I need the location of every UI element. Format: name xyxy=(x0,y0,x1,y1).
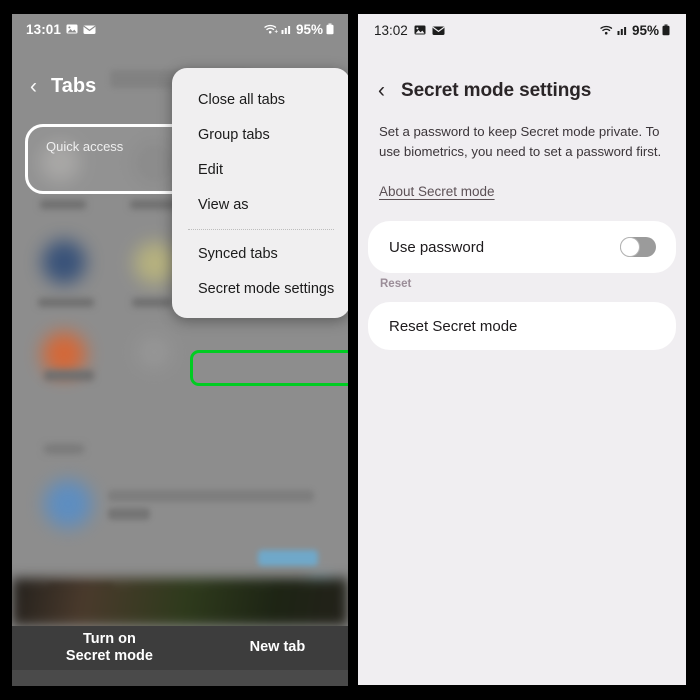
page-title: Tabs xyxy=(51,74,97,97)
status-time: 13:01 xyxy=(26,21,62,37)
menu-item-synced-tabs[interactable]: Synced tabs xyxy=(172,236,348,271)
blurred-text-line xyxy=(258,550,318,566)
settings-header: ‹ Secret mode settings xyxy=(358,70,591,112)
status-bar-right: + 95% xyxy=(264,22,334,37)
use-password-label: Use password xyxy=(389,238,485,256)
toggle-knob xyxy=(620,237,640,257)
page-title: Secret mode settings xyxy=(401,80,592,101)
mail-icon xyxy=(83,23,96,35)
settings-description: Set a password to keep Secret mode priva… xyxy=(379,124,662,159)
status-bar-right: 95% xyxy=(600,23,670,38)
battery-percent: 95% xyxy=(295,21,323,37)
right-status-bar: 13:02 95% xyxy=(358,14,686,46)
reset-secret-mode-row[interactable]: Reset Secret mode xyxy=(368,302,676,350)
new-tab-button[interactable]: New tab xyxy=(207,639,348,656)
status-time: 13:02 xyxy=(374,22,408,38)
turn-on-secret-mode-button[interactable]: Turn on Secret mode xyxy=(12,631,207,665)
menu-item-view-as[interactable]: View as xyxy=(172,187,348,222)
battery-percent: 95% xyxy=(631,22,659,38)
image-icon xyxy=(414,24,426,36)
back-icon[interactable]: ‹ xyxy=(378,79,385,103)
menu-item-edit[interactable]: Edit xyxy=(172,152,348,187)
wifi-icon xyxy=(600,24,614,36)
blurred-label xyxy=(38,298,94,307)
svg-text:+: + xyxy=(274,30,278,36)
signal-icon xyxy=(617,24,629,36)
image-icon xyxy=(66,23,78,35)
signal-icon xyxy=(281,23,293,35)
use-password-toggle[interactable] xyxy=(620,237,656,257)
left-phone-screen: 13:01 + 95% ‹ Tabs Quick access Turn on … xyxy=(12,14,348,686)
status-bar-left: 13:02 xyxy=(374,23,445,38)
blurred-label xyxy=(40,200,86,209)
tabs-header: ‹ Tabs xyxy=(12,66,96,106)
status-bar-left: 13:01 xyxy=(26,22,96,37)
battery-icon xyxy=(326,23,334,35)
blurred-favicon xyxy=(44,480,92,528)
back-icon[interactable]: ‹ xyxy=(30,76,37,97)
menu-item-secret-mode-settings[interactable]: Secret mode settings xyxy=(172,271,348,306)
blurred-text-line xyxy=(108,508,150,520)
battery-icon xyxy=(662,24,670,36)
overflow-menu: Close all tabs Group tabs Edit View as S… xyxy=(172,68,348,386)
right-phone-screen: 13:02 95% ‹ Secret mode settings Set a p… xyxy=(358,14,686,685)
about-secret-mode-link[interactable]: About Secret mode xyxy=(379,184,495,199)
blurred-text-line xyxy=(108,490,314,502)
use-password-row[interactable]: Use password xyxy=(368,221,676,273)
blurred-label xyxy=(44,370,94,381)
mail-icon xyxy=(432,24,445,36)
blurred-favicon xyxy=(42,240,86,284)
quick-access-label: Quick access xyxy=(46,139,124,154)
screenshot-stage: 13:01 + 95% ‹ Tabs Quick access Turn on … xyxy=(0,0,700,700)
left-status-bar: 13:01 + 95% xyxy=(12,14,348,44)
reset-secret-mode-label: Reset Secret mode xyxy=(389,317,518,335)
blurred-label xyxy=(132,298,172,307)
menu-item-close-all-tabs[interactable]: Close all tabs xyxy=(172,82,348,117)
menu-divider xyxy=(188,229,334,230)
navigation-bar xyxy=(12,670,348,686)
menu-item-group-tabs[interactable]: Group tabs xyxy=(172,117,348,152)
blurred-photo-strip xyxy=(12,578,348,626)
wifi-icon: + xyxy=(264,23,278,35)
reset-group-label: Reset xyxy=(380,278,412,290)
turn-on-secret-mode-line2: Secret mode xyxy=(65,648,153,664)
blurred-section-label xyxy=(44,444,84,454)
left-bottom-bar: Turn on Secret mode New tab xyxy=(12,626,348,670)
turn-on-secret-mode-line1: Turn on xyxy=(82,630,136,647)
blurred-favicon xyxy=(136,334,172,370)
blurred-favicon xyxy=(134,242,176,284)
